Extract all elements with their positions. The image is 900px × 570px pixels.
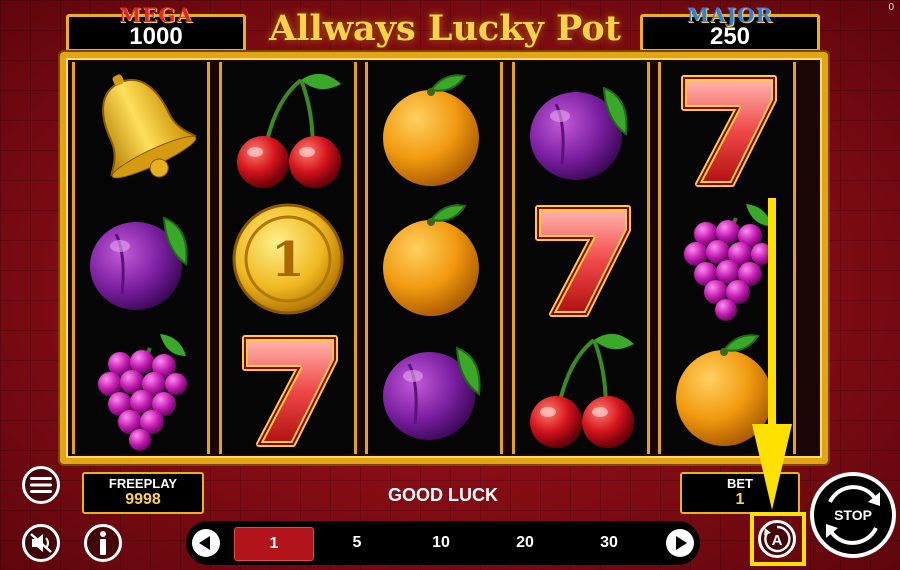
autoplay-label: A bbox=[772, 532, 783, 549]
chevron-right-icon bbox=[676, 536, 687, 550]
game-title: Allways Lucky Pot bbox=[269, 8, 621, 49]
plum-symbol bbox=[368, 324, 500, 454]
bet-increase-button[interactable] bbox=[666, 529, 694, 557]
mega-value: 1000 bbox=[129, 23, 183, 50]
cherry-symbol bbox=[222, 64, 354, 194]
freeplay-box: FREEPLAY 9998 bbox=[82, 472, 204, 514]
cherry-symbol bbox=[515, 324, 647, 454]
bet-option-5[interactable]: 5 bbox=[318, 527, 396, 559]
grapes-symbol bbox=[75, 324, 207, 454]
menu-button[interactable] bbox=[22, 466, 60, 504]
corner-counter: 0 bbox=[888, 2, 894, 13]
plum-symbol bbox=[75, 194, 207, 324]
bet-decrease-button[interactable] bbox=[192, 529, 220, 557]
seven-symbol bbox=[661, 64, 793, 194]
major-value: 250 bbox=[709, 23, 751, 50]
mute-icon bbox=[30, 533, 52, 553]
orange-symbol bbox=[368, 194, 500, 324]
freeplay-value: 9998 bbox=[125, 491, 161, 508]
coin-value: 1 bbox=[271, 232, 304, 288]
stop-label: STOP bbox=[834, 507, 872, 523]
stop-button[interactable]: STOP bbox=[810, 472, 896, 558]
bell-symbol bbox=[75, 64, 207, 194]
reel-3 bbox=[365, 62, 503, 454]
seven-symbol bbox=[222, 324, 354, 454]
major-jackpot: MAJOR 250 bbox=[640, 3, 820, 52]
hamburger-icon bbox=[30, 477, 52, 493]
sound-button[interactable] bbox=[22, 524, 60, 562]
bet-option-30[interactable]: 30 bbox=[570, 527, 648, 559]
freeplay-label: FREEPLAY bbox=[108, 476, 178, 491]
reel-1 bbox=[72, 62, 210, 454]
chevron-left-icon bbox=[199, 536, 210, 550]
coin-symbol: 1 bbox=[222, 194, 354, 324]
bet-option-10[interactable]: 10 bbox=[402, 527, 480, 559]
info-button[interactable] bbox=[84, 524, 122, 562]
pointer-arrow-icon bbox=[752, 198, 792, 510]
autoplay-icon: A bbox=[764, 525, 791, 553]
bet-selector: 1 5 10 20 30 bbox=[186, 521, 700, 565]
seven-symbol bbox=[515, 194, 647, 324]
autoplay-button[interactable]: A bbox=[758, 520, 796, 558]
status-message: GOOD LUCK bbox=[388, 485, 498, 505]
orange-symbol bbox=[368, 64, 500, 194]
bet-option-20[interactable]: 20 bbox=[486, 527, 564, 559]
plum-symbol bbox=[515, 64, 647, 194]
reel-2: 1 bbox=[218, 62, 357, 454]
reel-4 bbox=[511, 62, 650, 454]
bet-option-1[interactable]: 1 bbox=[234, 527, 314, 561]
mega-jackpot: MEGA 1000 bbox=[66, 3, 246, 52]
reel-frame: 1 bbox=[60, 52, 828, 464]
info-icon bbox=[100, 531, 106, 555]
